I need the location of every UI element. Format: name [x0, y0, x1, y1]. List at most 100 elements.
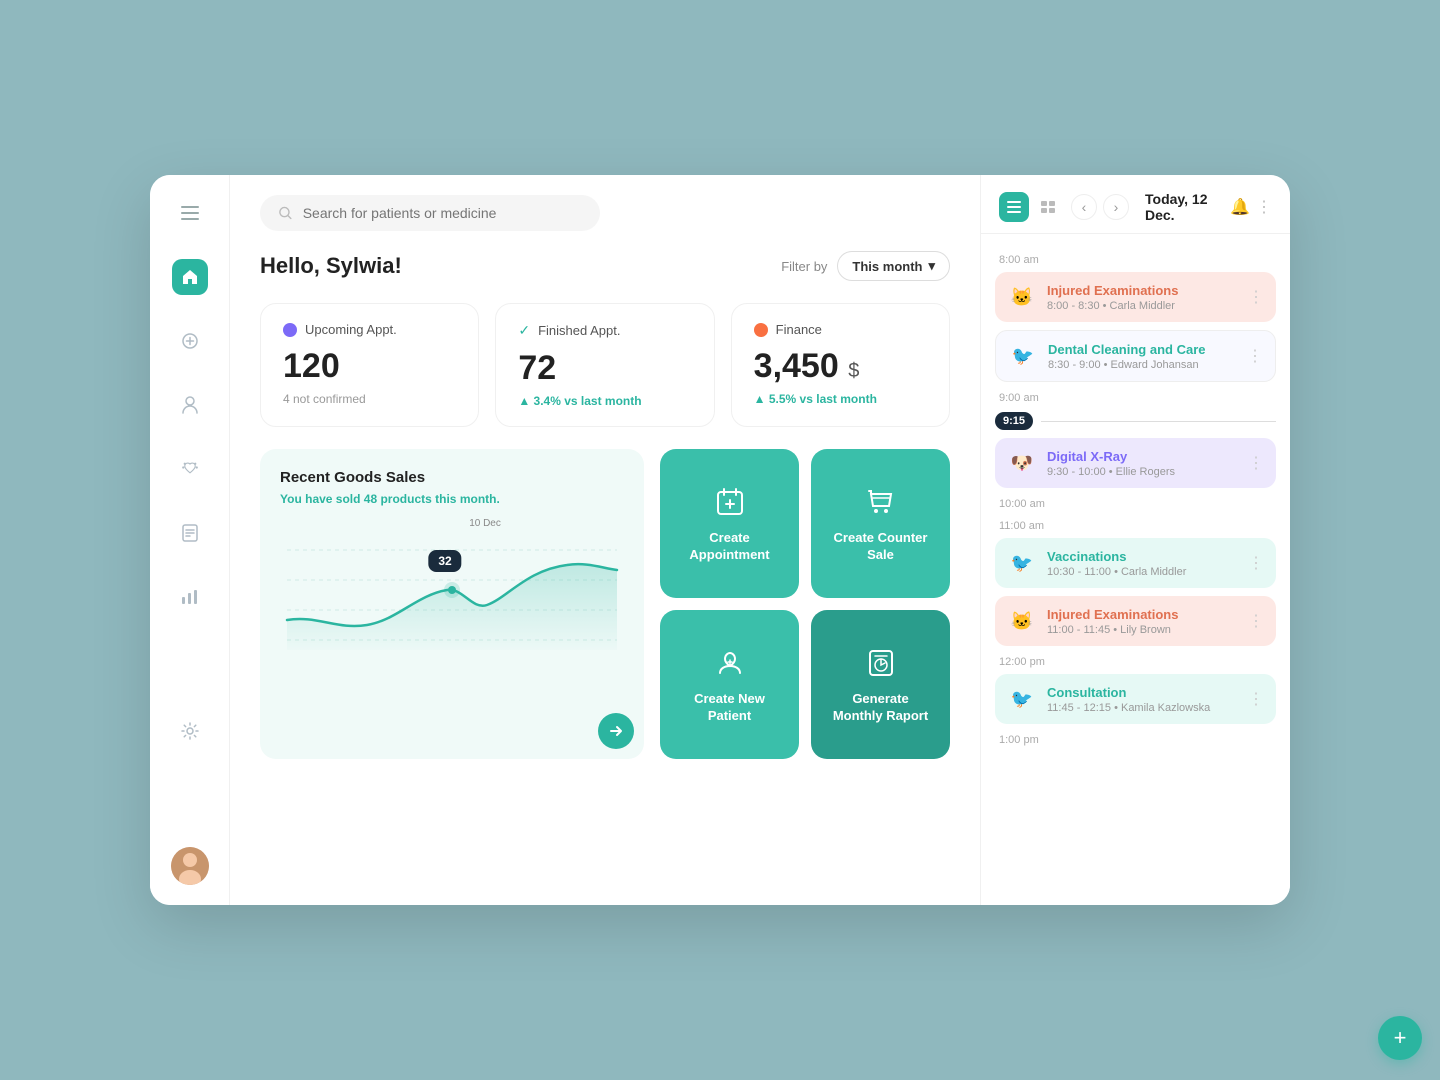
paw-icon[interactable] [172, 451, 208, 487]
appt-meta-dental: 8:30 - 9:00 • Edward Johansan [1048, 359, 1237, 371]
tooltip-value: 32 [438, 554, 451, 568]
prev-button[interactable]: ‹ [1071, 194, 1097, 220]
appt-more-icon-2[interactable]: ⋮ [1247, 346, 1263, 366]
counter-sale-icon [863, 484, 899, 520]
filter-button[interactable]: This month ▾ [837, 251, 950, 281]
bell-icon[interactable]: 🔔 [1230, 197, 1250, 217]
user-avatar-container[interactable] [171, 847, 209, 885]
topbar [230, 175, 980, 241]
appt-injured-exam-1[interactable]: 🐱 Injured Examinations 8:00 - 8:30 • Car… [995, 272, 1276, 322]
create-counter-sale-card[interactable]: Create Counter Sale [811, 449, 950, 598]
avatar [171, 847, 209, 885]
chart-highlight: 48 products [364, 492, 432, 506]
grid-view-button[interactable] [1033, 192, 1063, 222]
chart-arrow-button[interactable] [598, 713, 634, 749]
time-label-1pm: 1:00 pm [995, 734, 1276, 746]
create-counter-sale-label: Create Counter Sale [827, 530, 934, 564]
stat-card-upcoming: Upcoming Appt. 120 4 not confirmed [260, 303, 479, 427]
notes-icon[interactable] [172, 515, 208, 551]
appt-xray[interactable]: 🐶 Digital X-Ray 9:30 - 10:00 • Ellie Rog… [995, 438, 1276, 488]
chart-area: 10 Dec [280, 520, 624, 680]
bird-icon-3: 🐦 [1007, 684, 1037, 714]
main-content: Hello, Sylwia! Filter by This month ▾ Up… [230, 175, 980, 905]
finished-value: 72 [518, 349, 691, 388]
list-view-button[interactable] [999, 192, 1029, 222]
chart-sub: You have sold 48 products this month. [280, 492, 624, 506]
more-icon[interactable]: ⋮ [1256, 197, 1272, 217]
chevron-down-icon: ▾ [928, 258, 935, 274]
appt-dental[interactable]: 🐦 Dental Cleaning and Care 8:30 - 9:00 •… [995, 330, 1276, 382]
search-bar[interactable] [260, 195, 600, 231]
generate-report-label: Generate Monthly Raport [827, 691, 934, 725]
person-icon[interactable] [172, 387, 208, 423]
panel-nav: ‹ › [1071, 194, 1129, 220]
view-toggle [999, 192, 1063, 222]
appt-info-injured2: Injured Examinations 11:00 - 11:45 • Lil… [1047, 607, 1238, 636]
chart-sub-prefix: You have sold [280, 492, 364, 506]
content-area: Hello, Sylwia! Filter by This month ▾ Up… [230, 241, 980, 905]
analytics-icon[interactable] [172, 579, 208, 615]
appt-more-icon-3[interactable]: ⋮ [1248, 453, 1264, 473]
patient-icon [712, 645, 748, 681]
add-icon[interactable] [172, 323, 208, 359]
time-label-9am: 9:00 am [995, 392, 1276, 404]
settings-icon[interactable] [172, 713, 208, 749]
stat-header-finished: ✓ Finished Appt. [518, 322, 691, 339]
finance-trend: ▲ 5.5% vs last month [754, 392, 927, 406]
finished-trend: ▲ 3.4% vs last month [518, 394, 691, 408]
report-icon [863, 645, 899, 681]
right-panel: ‹ › Today, 12 Dec. 🔔 ⋮ 8:00 am 🐱 Injured… [980, 175, 1290, 905]
appt-vaccinations[interactable]: 🐦 Vaccinations 10:30 - 11:00 • Carla Mid… [995, 538, 1276, 588]
generate-report-card[interactable]: Generate Monthly Raport [811, 610, 950, 759]
current-time-badge: 9:15 [995, 412, 1033, 430]
appt-title-vacc: Vaccinations [1047, 549, 1238, 564]
home-icon[interactable] [172, 259, 208, 295]
finance-value: 3,450 $ [754, 347, 927, 386]
time-label-10am: 10:00 am [995, 498, 1276, 510]
check-icon: ✓ [518, 322, 530, 339]
current-time-line [1041, 421, 1276, 422]
upcoming-label: Upcoming Appt. [305, 322, 397, 337]
appt-title-xray: Digital X-Ray [1047, 449, 1238, 464]
appt-more-icon[interactable]: ⋮ [1248, 287, 1264, 307]
dog-icon: 🐶 [1007, 448, 1037, 478]
current-time-indicator: 9:15 [995, 412, 1276, 430]
appt-title-injured: Injured Examinations [1047, 283, 1238, 298]
chart-svg [280, 520, 624, 650]
appt-more-icon-4[interactable]: ⋮ [1248, 553, 1264, 573]
finished-label: Finished Appt. [538, 323, 620, 338]
appt-meta-injured: 8:00 - 8:30 • Carla Middler [1047, 300, 1238, 312]
appt-more-icon-5[interactable]: ⋮ [1248, 611, 1264, 631]
appt-consultation[interactable]: 🐦 Consultation 11:45 - 12:15 • Kamila Ka… [995, 674, 1276, 724]
create-patient-card[interactable]: Create New Patient [660, 610, 799, 759]
date-label: 10 Dec [469, 518, 501, 529]
appt-title-dental: Dental Cleaning and Care [1048, 342, 1237, 357]
create-appointment-label: Create Appointment [676, 530, 783, 564]
create-appointment-card[interactable]: Create Appointment [660, 449, 799, 598]
appt-title-injured2: Injured Examinations [1047, 607, 1238, 622]
chart-sub-suffix: this month. [432, 492, 500, 506]
panel-icons: 🔔 ⋮ [1230, 197, 1272, 217]
appt-info-xray: Digital X-Ray 9:30 - 10:00 • Ellie Roger… [1047, 449, 1238, 478]
cat-icon-2: 🐱 [1007, 606, 1037, 636]
menu-icon[interactable] [172, 195, 208, 231]
time-label-8am: 8:00 am [995, 254, 1276, 266]
chart-card: Recent Goods Sales You have sold 48 prod… [260, 449, 644, 759]
time-label-12pm: 12:00 pm [995, 656, 1276, 668]
panel-date: Today, 12 Dec. [1145, 191, 1222, 223]
stat-header-upcoming: Upcoming Appt. [283, 322, 456, 337]
finance-label: Finance [776, 322, 822, 337]
greeting-row: Hello, Sylwia! Filter by This month ▾ [260, 251, 950, 281]
appt-more-icon-6[interactable]: ⋮ [1248, 689, 1264, 709]
search-icon [278, 205, 293, 221]
appt-injured-exam-2[interactable]: 🐱 Injured Examinations 11:00 - 11:45 • L… [995, 596, 1276, 646]
bird-icon: 🐦 [1008, 341, 1038, 371]
appt-meta-consult: 11:45 - 12:15 • Kamila Kazlowska [1047, 702, 1238, 714]
appt-title-consult: Consultation [1047, 685, 1238, 700]
search-input[interactable] [303, 205, 582, 221]
appointment-icon [712, 484, 748, 520]
app-container: Hello, Sylwia! Filter by This month ▾ Up… [150, 175, 1290, 905]
schedule-list: 8:00 am 🐱 Injured Examinations 8:00 - 8:… [981, 234, 1290, 905]
stat-cards: Upcoming Appt. 120 4 not confirmed ✓ Fin… [260, 303, 950, 427]
next-button[interactable]: › [1103, 194, 1129, 220]
